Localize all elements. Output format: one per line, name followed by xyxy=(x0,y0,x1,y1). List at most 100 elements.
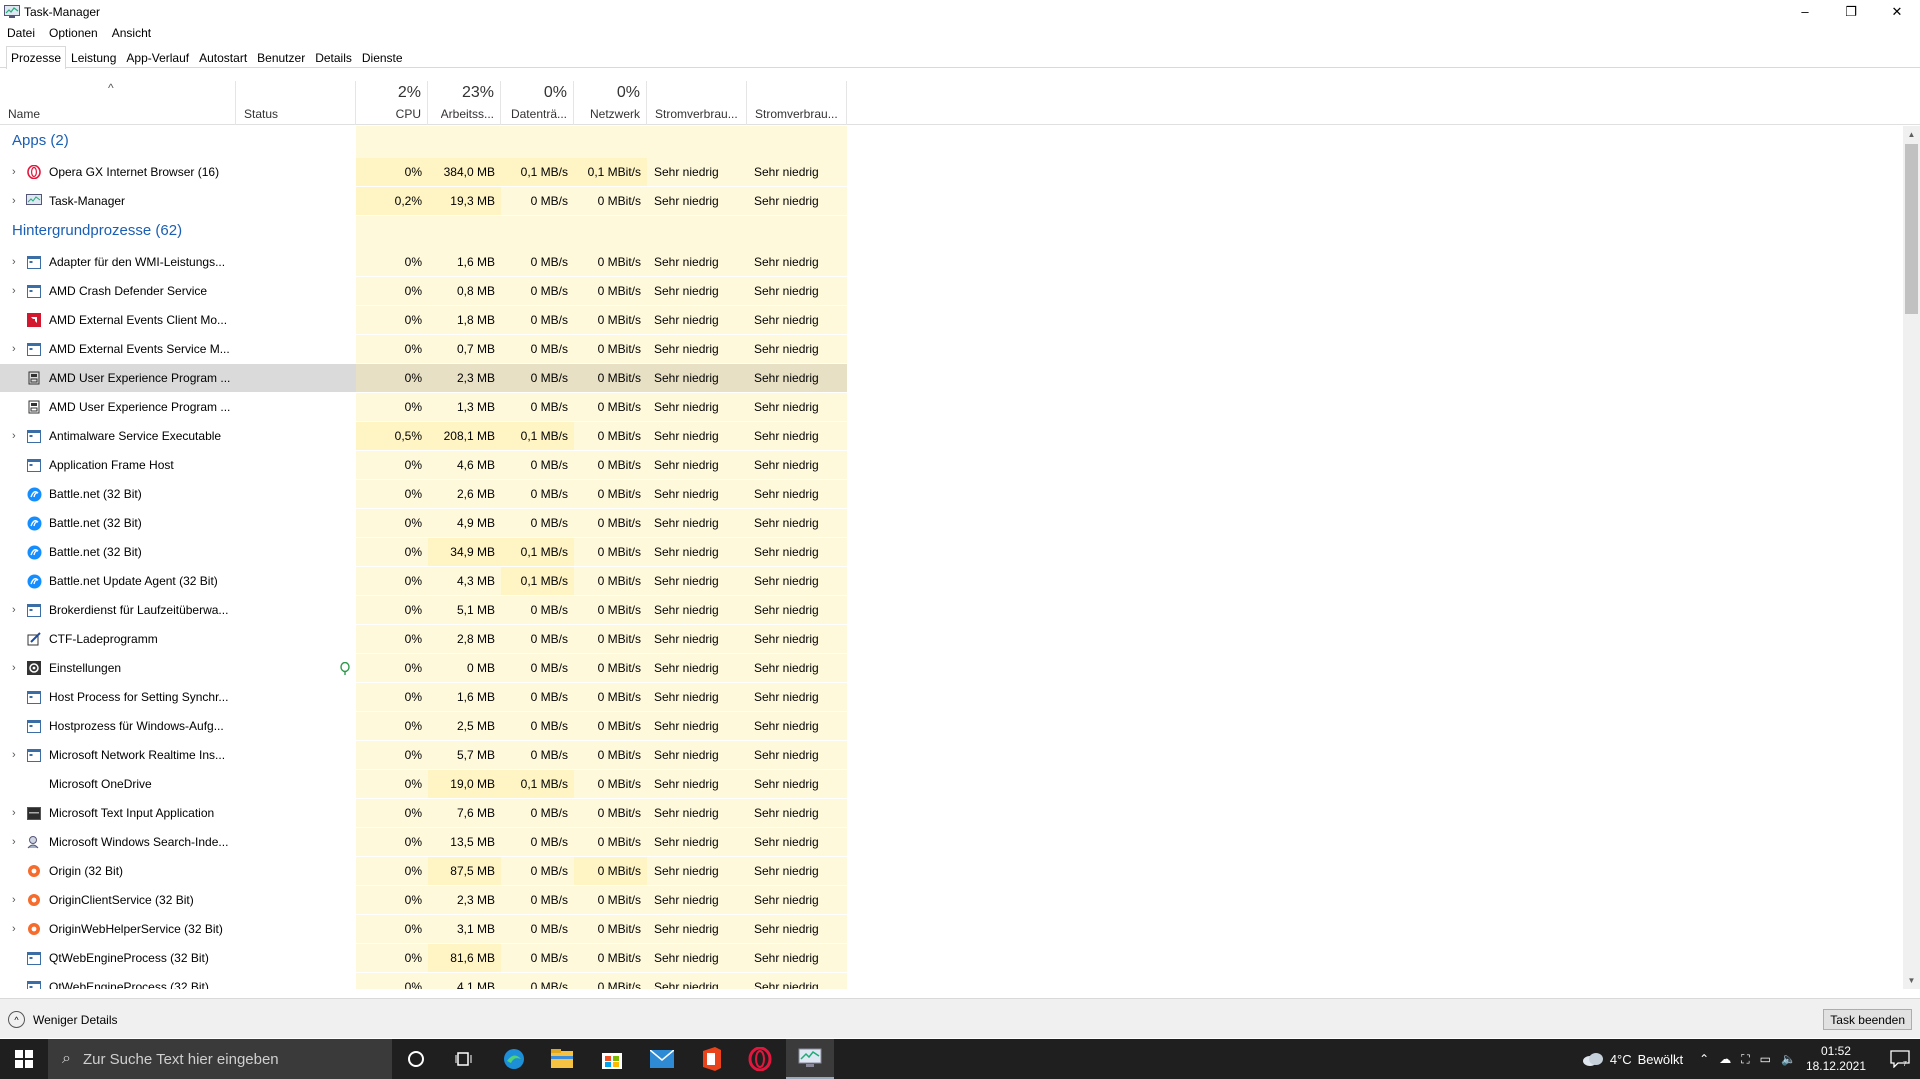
group-fill xyxy=(356,216,847,248)
process-row[interactable]: AMD User Experience Program ... 0% 2,3 MB 0… xyxy=(0,364,848,392)
chevron-right-icon[interactable]: › xyxy=(12,343,26,355)
disk-value: 0,1 MB/s xyxy=(501,538,574,566)
tab-leistung[interactable]: Leistung xyxy=(66,46,121,68)
process-row[interactable]: QtWebEngineProcess (32 Bit) 0% 81,6 MB 0 MB… xyxy=(0,944,848,972)
process-status xyxy=(236,712,356,740)
taskmanager-taskbar-icon[interactable] xyxy=(786,1039,834,1079)
process-row[interactable]: › Microsoft Windows Search-Inde... 0% 13,5 … xyxy=(0,828,848,856)
vertical-scrollbar[interactable]: ▲ ▼ xyxy=(1903,126,1920,989)
process-row[interactable]: Battle.net (32 Bit) 0% 34,9 MB 0,1 MB/s 0 MB… xyxy=(0,538,848,566)
chevron-right-icon[interactable]: › xyxy=(12,836,26,848)
taskview-icon[interactable] xyxy=(440,1039,488,1079)
column-disk[interactable]: 0% Datenträ... xyxy=(501,81,574,125)
process-row[interactable]: AMD User Experience Program ... 0% 1,3 MB 0… xyxy=(0,393,848,421)
fewer-details-button[interactable]: ^ Weniger Details xyxy=(8,1011,117,1028)
process-row[interactable]: › Antimalware Service Executable 0,5% 208,1… xyxy=(0,422,848,450)
column-name[interactable]: ^ Name xyxy=(0,81,236,125)
process-name: AMD External Events Client Mo... xyxy=(0,306,236,334)
tab-benutzer[interactable]: Benutzer xyxy=(252,46,310,68)
column-power-trend[interactable]: Stromverbrau... xyxy=(747,81,847,125)
tab-details[interactable]: Details xyxy=(310,46,357,68)
power-usage-value: Sehr niedrig xyxy=(647,625,747,653)
process-row[interactable]: Battle.net Update Agent (32 Bit) 0% 4,3 MB… xyxy=(0,567,848,595)
process-row[interactable]: › Brokerdienst für Laufzeitüberwa... 0% 5,1… xyxy=(0,596,848,624)
end-task-button[interactable]: Task beenden xyxy=(1823,1009,1912,1030)
chevron-right-icon[interactable]: › xyxy=(12,195,26,207)
process-row[interactable]: › Adapter für den WMI-Leistungs... 0% 1,6 M… xyxy=(0,248,848,276)
column-network[interactable]: 0% Netzwerk xyxy=(574,81,647,125)
maximize-button[interactable]: ❐ xyxy=(1828,0,1874,23)
menu-ansicht[interactable]: Ansicht xyxy=(105,26,158,40)
tab-prozesse[interactable]: Prozesse xyxy=(6,46,67,69)
cpu-value: 0% xyxy=(356,625,428,653)
chevron-right-icon[interactable]: › xyxy=(12,807,26,819)
tab-app-verlauf[interactable]: App-Verlauf xyxy=(121,46,194,68)
chevron-right-icon[interactable]: › xyxy=(12,749,26,761)
volume-icon[interactable]: 🔈 xyxy=(1781,1052,1796,1066)
close-button[interactable]: ✕ xyxy=(1874,0,1920,23)
network-value: 0 MBit/s xyxy=(574,364,647,392)
taskbar-search[interactable]: ⌕ Zur Suche Text hier eingeben xyxy=(48,1039,392,1079)
process-row[interactable]: › OriginWebHelperService (32 Bit) 0% 3,1 MB… xyxy=(0,915,848,943)
minimize-button[interactable]: – xyxy=(1782,0,1828,23)
process-row[interactable]: Application Frame Host 0% 4,6 MB 0 MB/s 0 MB… xyxy=(0,451,848,479)
chevron-up-icon[interactable]: ⌃ xyxy=(1699,1052,1709,1066)
process-row[interactable]: › OriginClientService (32 Bit) 0% 2,3 MB 0 M… xyxy=(0,886,848,914)
tab-autostart[interactable]: Autostart xyxy=(194,46,252,68)
notification-button[interactable]: 7 xyxy=(1880,1039,1920,1079)
process-row[interactable]: › Opera GX Internet Browser (16) 0% 384,0 M… xyxy=(0,158,848,186)
column-memory[interactable]: 23% Arbeitss... xyxy=(428,81,501,125)
explorer-icon[interactable] xyxy=(538,1039,586,1079)
opera-icon[interactable] xyxy=(736,1039,784,1079)
program-icon xyxy=(26,399,42,415)
process-row[interactable]: › Microsoft Text Input Application 0% 7,6 M… xyxy=(0,799,848,827)
mail-icon[interactable] xyxy=(638,1039,686,1079)
process-row[interactable]: › AMD Crash Defender Service 0% 0,8 MB 0 MB/… xyxy=(0,277,848,305)
chevron-right-icon[interactable]: › xyxy=(12,662,26,674)
scroll-up-icon[interactable]: ▲ xyxy=(1903,126,1920,143)
start-button[interactable] xyxy=(0,1039,48,1079)
usb-icon[interactable]: ⛶ xyxy=(1741,1052,1749,1067)
process-row[interactable]: › AMD External Events Service M... 0% 0,7 M… xyxy=(0,335,848,363)
store-icon[interactable] xyxy=(588,1039,636,1079)
disk-value: 0 MB/s xyxy=(501,306,574,334)
tab-dienste[interactable]: Dienste xyxy=(357,46,408,68)
process-row[interactable]: AMD External Events Client Mo... 0% 1,8 MB… xyxy=(0,306,848,334)
process-row[interactable]: › Einstellungen 0% 0 MB 0 MB/s 0 MBit/s Sehr n… xyxy=(0,654,848,682)
chevron-right-icon[interactable]: › xyxy=(12,923,26,935)
process-row[interactable]: Microsoft OneDrive 0% 19,0 MB 0,1 MB/s 0 MBi… xyxy=(0,770,848,798)
weather-widget[interactable]: 4°C Bewölkt xyxy=(1582,1052,1683,1067)
process-row[interactable]: Host Process for Setting Synchr... 0% 1,6 … xyxy=(0,683,848,711)
process-row[interactable]: Hostprozess für Windows-Aufg... 0% 2,5 MB 0… xyxy=(0,712,848,740)
office-icon[interactable] xyxy=(688,1039,736,1079)
cortana-icon[interactable] xyxy=(392,1039,440,1079)
disk-value: 0 MB/s xyxy=(501,799,574,827)
process-row[interactable]: Battle.net (32 Bit) 0% 2,6 MB 0 MB/s 0 MBit/… xyxy=(0,480,848,508)
clock[interactable]: 01:52 18.12.2021 xyxy=(1806,1044,1866,1074)
chevron-right-icon[interactable]: › xyxy=(12,166,26,178)
network-value: 0 MBit/s xyxy=(574,712,647,740)
menu-datei[interactable]: Datei xyxy=(0,26,42,40)
scroll-thumb[interactable] xyxy=(1905,144,1918,314)
process-row[interactable]: › Task-Manager 0,2% 19,3 MB 0 MB/s 0 MBit/s Se… xyxy=(0,187,848,215)
chevron-right-icon[interactable]: › xyxy=(12,430,26,442)
column-status[interactable]: Status xyxy=(236,81,356,125)
process-row[interactable]: CTF-Ladeprogramm 0% 2,8 MB 0 MB/s 0 MBit/s Se… xyxy=(0,625,848,653)
scroll-down-icon[interactable]: ▼ xyxy=(1903,972,1920,989)
onedrive-icon[interactable]: ☁ xyxy=(1719,1052,1731,1066)
process-row[interactable]: QtWebEngineProcess (32 Bit) 0% 4,1 MB 0 MB/… xyxy=(0,973,848,989)
process-row[interactable]: Battle.net (32 Bit) 0% 4,9 MB 0 MB/s 0 MBit/… xyxy=(0,509,848,537)
chevron-right-icon[interactable]: › xyxy=(12,256,26,268)
menu-optionen[interactable]: Optionen xyxy=(42,26,105,40)
column-cpu[interactable]: 2% CPU xyxy=(356,81,428,125)
chevron-right-icon[interactable]: › xyxy=(12,894,26,906)
process-status xyxy=(236,567,356,595)
process-row[interactable]: Origin (32 Bit) 0% 87,5 MB 0 MB/s 0 MBit/s Se… xyxy=(0,857,848,885)
network-icon[interactable]: ▭ xyxy=(1760,1052,1771,1066)
edge-icon[interactable] xyxy=(490,1039,538,1079)
column-power-usage[interactable]: Stromverbrau... xyxy=(647,81,747,125)
process-row[interactable]: › Microsoft Network Realtime Ins... 0% 5,7 … xyxy=(0,741,848,769)
chevron-right-icon[interactable]: › xyxy=(12,285,26,297)
chevron-right-icon[interactable]: › xyxy=(12,604,26,616)
process-name: › Adapter für den WMI-Leistungs... xyxy=(0,248,236,276)
